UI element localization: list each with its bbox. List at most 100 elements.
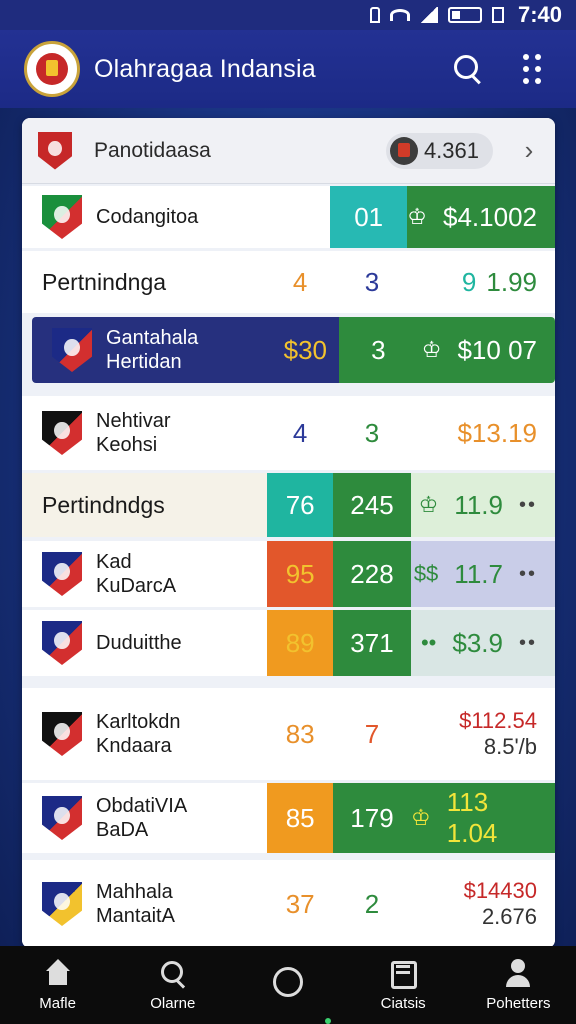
score-home[interactable]: 4 [267, 396, 333, 470]
match-row[interactable]: Nehtivar Keohsi 4 3 $13.19 [22, 396, 555, 470]
score-away[interactable]: 179 [332, 783, 412, 853]
odds-cell[interactable]: ♔ 113 1.04 [411, 783, 555, 853]
team-crest-icon [52, 328, 92, 372]
score-home[interactable]: 76 [267, 473, 333, 537]
featured-chip[interactable]: 4.361 [385, 132, 493, 169]
odds-sub-value: 8.5'/b [483, 734, 537, 759]
odds-prefix: 9 [461, 266, 477, 297]
score-away[interactable]: 3 [338, 317, 418, 383]
team-crest-icon [42, 411, 82, 455]
score-home[interactable]: 83 [267, 688, 333, 780]
score-away[interactable]: 228 [332, 541, 412, 607]
odds-cell[interactable]: $112.54 8.5'/b [411, 688, 555, 780]
odds-cell[interactable]: •• $3.9 •• [411, 610, 555, 676]
odds-value: $112.54 [459, 708, 537, 733]
team-name: Nehtivar Keohsi [96, 410, 171, 456]
team-cell: Gantahala Hertidan [32, 317, 272, 383]
nav-item-home[interactable]: Mafle [3, 958, 113, 1012]
score-home[interactable]: 4 [267, 251, 333, 313]
match-row[interactable]: Mahhala MantaitA 37 2 $14430 2.676 [22, 860, 555, 948]
nav-item-stats[interactable]: Ciatsis [348, 959, 458, 1012]
odds-value: $10 07 [457, 334, 537, 365]
odds-sub-value: 2.676 [481, 904, 537, 929]
nav-label: Ciatsis [380, 994, 426, 1012]
odds-cell[interactable]: $$ 11.7 •• [411, 541, 555, 607]
more-options-icon[interactable] [512, 49, 552, 89]
team-crest-icon [42, 882, 82, 926]
team-name: Mahhala MantaitA [96, 881, 175, 927]
team-cell: Pertindndgs [22, 473, 267, 537]
search-icon[interactable] [448, 49, 488, 89]
featured-row[interactable]: Panotidaasa 4.361 › [22, 118, 555, 184]
more-dots-icon[interactable]: •• [519, 563, 537, 586]
score-home[interactable]: 37 [267, 860, 333, 948]
match-row[interactable]: Karltokdn Kndaara 83 7 $112.54 8.5'/b [22, 688, 555, 780]
nav-item-profile[interactable]: Pohetters [463, 958, 573, 1012]
nav-label: Mafle [39, 994, 76, 1012]
app-title: Olahragaa Indansia [94, 54, 316, 83]
odds-cell[interactable]: $13.19 [411, 396, 555, 470]
nav-item-search[interactable]: Olarne [118, 959, 228, 1012]
chip-badge-icon [389, 136, 418, 165]
odds-value: $4.1002 [443, 201, 537, 232]
more-dots-icon[interactable]: •• [519, 632, 537, 655]
odds-value: $3.9 [452, 627, 503, 658]
team-crest-icon [38, 131, 72, 170]
odds-value: 113 1.04 [446, 787, 498, 848]
match-row[interactable]: Duduitthe 89 371 •• $3.9 •• [22, 610, 555, 676]
circle-icon [272, 967, 303, 997]
team-name: Pertnindnga [42, 269, 167, 295]
team-name: Kad KuDarcA [96, 551, 177, 597]
app-bar: Olahragaa Indansia [0, 30, 576, 108]
team-name: Pertindndgs [42, 492, 165, 518]
nav-active-indicator [325, 1018, 331, 1024]
nav-item-home-button[interactable] [233, 967, 343, 1003]
nav-label: Pohetters [486, 994, 551, 1012]
home-icon [43, 958, 73, 989]
sim-icon [491, 7, 504, 23]
score-home[interactable] [265, 186, 330, 248]
match-row[interactable]: ObdatiVIA BaDA 85 179 ♔ 113 1.04 [22, 783, 555, 853]
match-row[interactable]: Pertindndgs 76 245 ♔ 11.9 •• [22, 473, 555, 537]
score-home[interactable]: $30 [271, 317, 339, 383]
score-away[interactable]: 245 [332, 473, 412, 537]
team-name: Duduitthe [96, 632, 182, 654]
match-row[interactable]: Kad KuDarcA 95 228 $$ 11.7 •• [22, 541, 555, 607]
match-row[interactable]: Codangitoa 01 ♔ $4.1002 [22, 186, 555, 248]
score-home[interactable]: 85 [267, 783, 333, 853]
score-home[interactable]: 89 [267, 610, 333, 676]
score-away[interactable]: 371 [332, 610, 412, 676]
odds-cell[interactable]: ♔ 11.9 •• [411, 473, 555, 537]
bluetooth-icon [369, 7, 380, 23]
score-away[interactable]: 2 [333, 860, 411, 948]
chevron-right-icon[interactable]: › [519, 135, 539, 166]
score-away[interactable]: 3 [333, 251, 411, 313]
team-name: Karltokdn Kndaara [96, 711, 181, 757]
list-icon [388, 959, 418, 989]
score-home[interactable]: 95 [267, 541, 333, 607]
team-name: ObdatiVIA BaDA [96, 795, 188, 841]
score-away[interactable]: 01 [330, 186, 408, 248]
team-crest-icon [42, 552, 82, 596]
team-cell: Kad KuDarcA [22, 541, 267, 607]
wifi-icon [389, 9, 410, 21]
odds-cell[interactable]: 9 1.99 [411, 251, 555, 313]
bottom-nav: Mafle Olarne Ciatsis Pohetters [0, 946, 576, 1024]
odds-stack: $112.54 8.5'/b [459, 708, 537, 760]
chip-value: 4.361 [423, 137, 479, 163]
match-row[interactable]: Pertnindnga 4 3 9 1.99 [22, 251, 555, 313]
odds-value: $13.19 [457, 417, 537, 448]
score-away[interactable]: 7 [333, 688, 411, 780]
odds-icon: ♔ [407, 204, 428, 229]
odds-cell[interactable]: ♔ $4.1002 [407, 186, 555, 248]
signal-icon [419, 7, 438, 23]
odds-cell[interactable]: $14430 2.676 [411, 860, 555, 948]
more-dots-icon[interactable]: •• [519, 494, 537, 517]
odds-icon: •• [420, 630, 437, 655]
score-away[interactable]: 3 [333, 396, 411, 470]
odds-value: 11.9 [454, 489, 503, 520]
odds-cell[interactable]: ♔ $10 07 [418, 317, 555, 383]
match-row[interactable]: Gantahala Hertidan $30 3 ♔ $10 07 [22, 317, 555, 383]
team-name: Gantahala Hertidan [106, 327, 199, 373]
match-list: Panotidaasa 4.361 › Codangitoa 01 ♔ $4.1002… [22, 118, 555, 948]
